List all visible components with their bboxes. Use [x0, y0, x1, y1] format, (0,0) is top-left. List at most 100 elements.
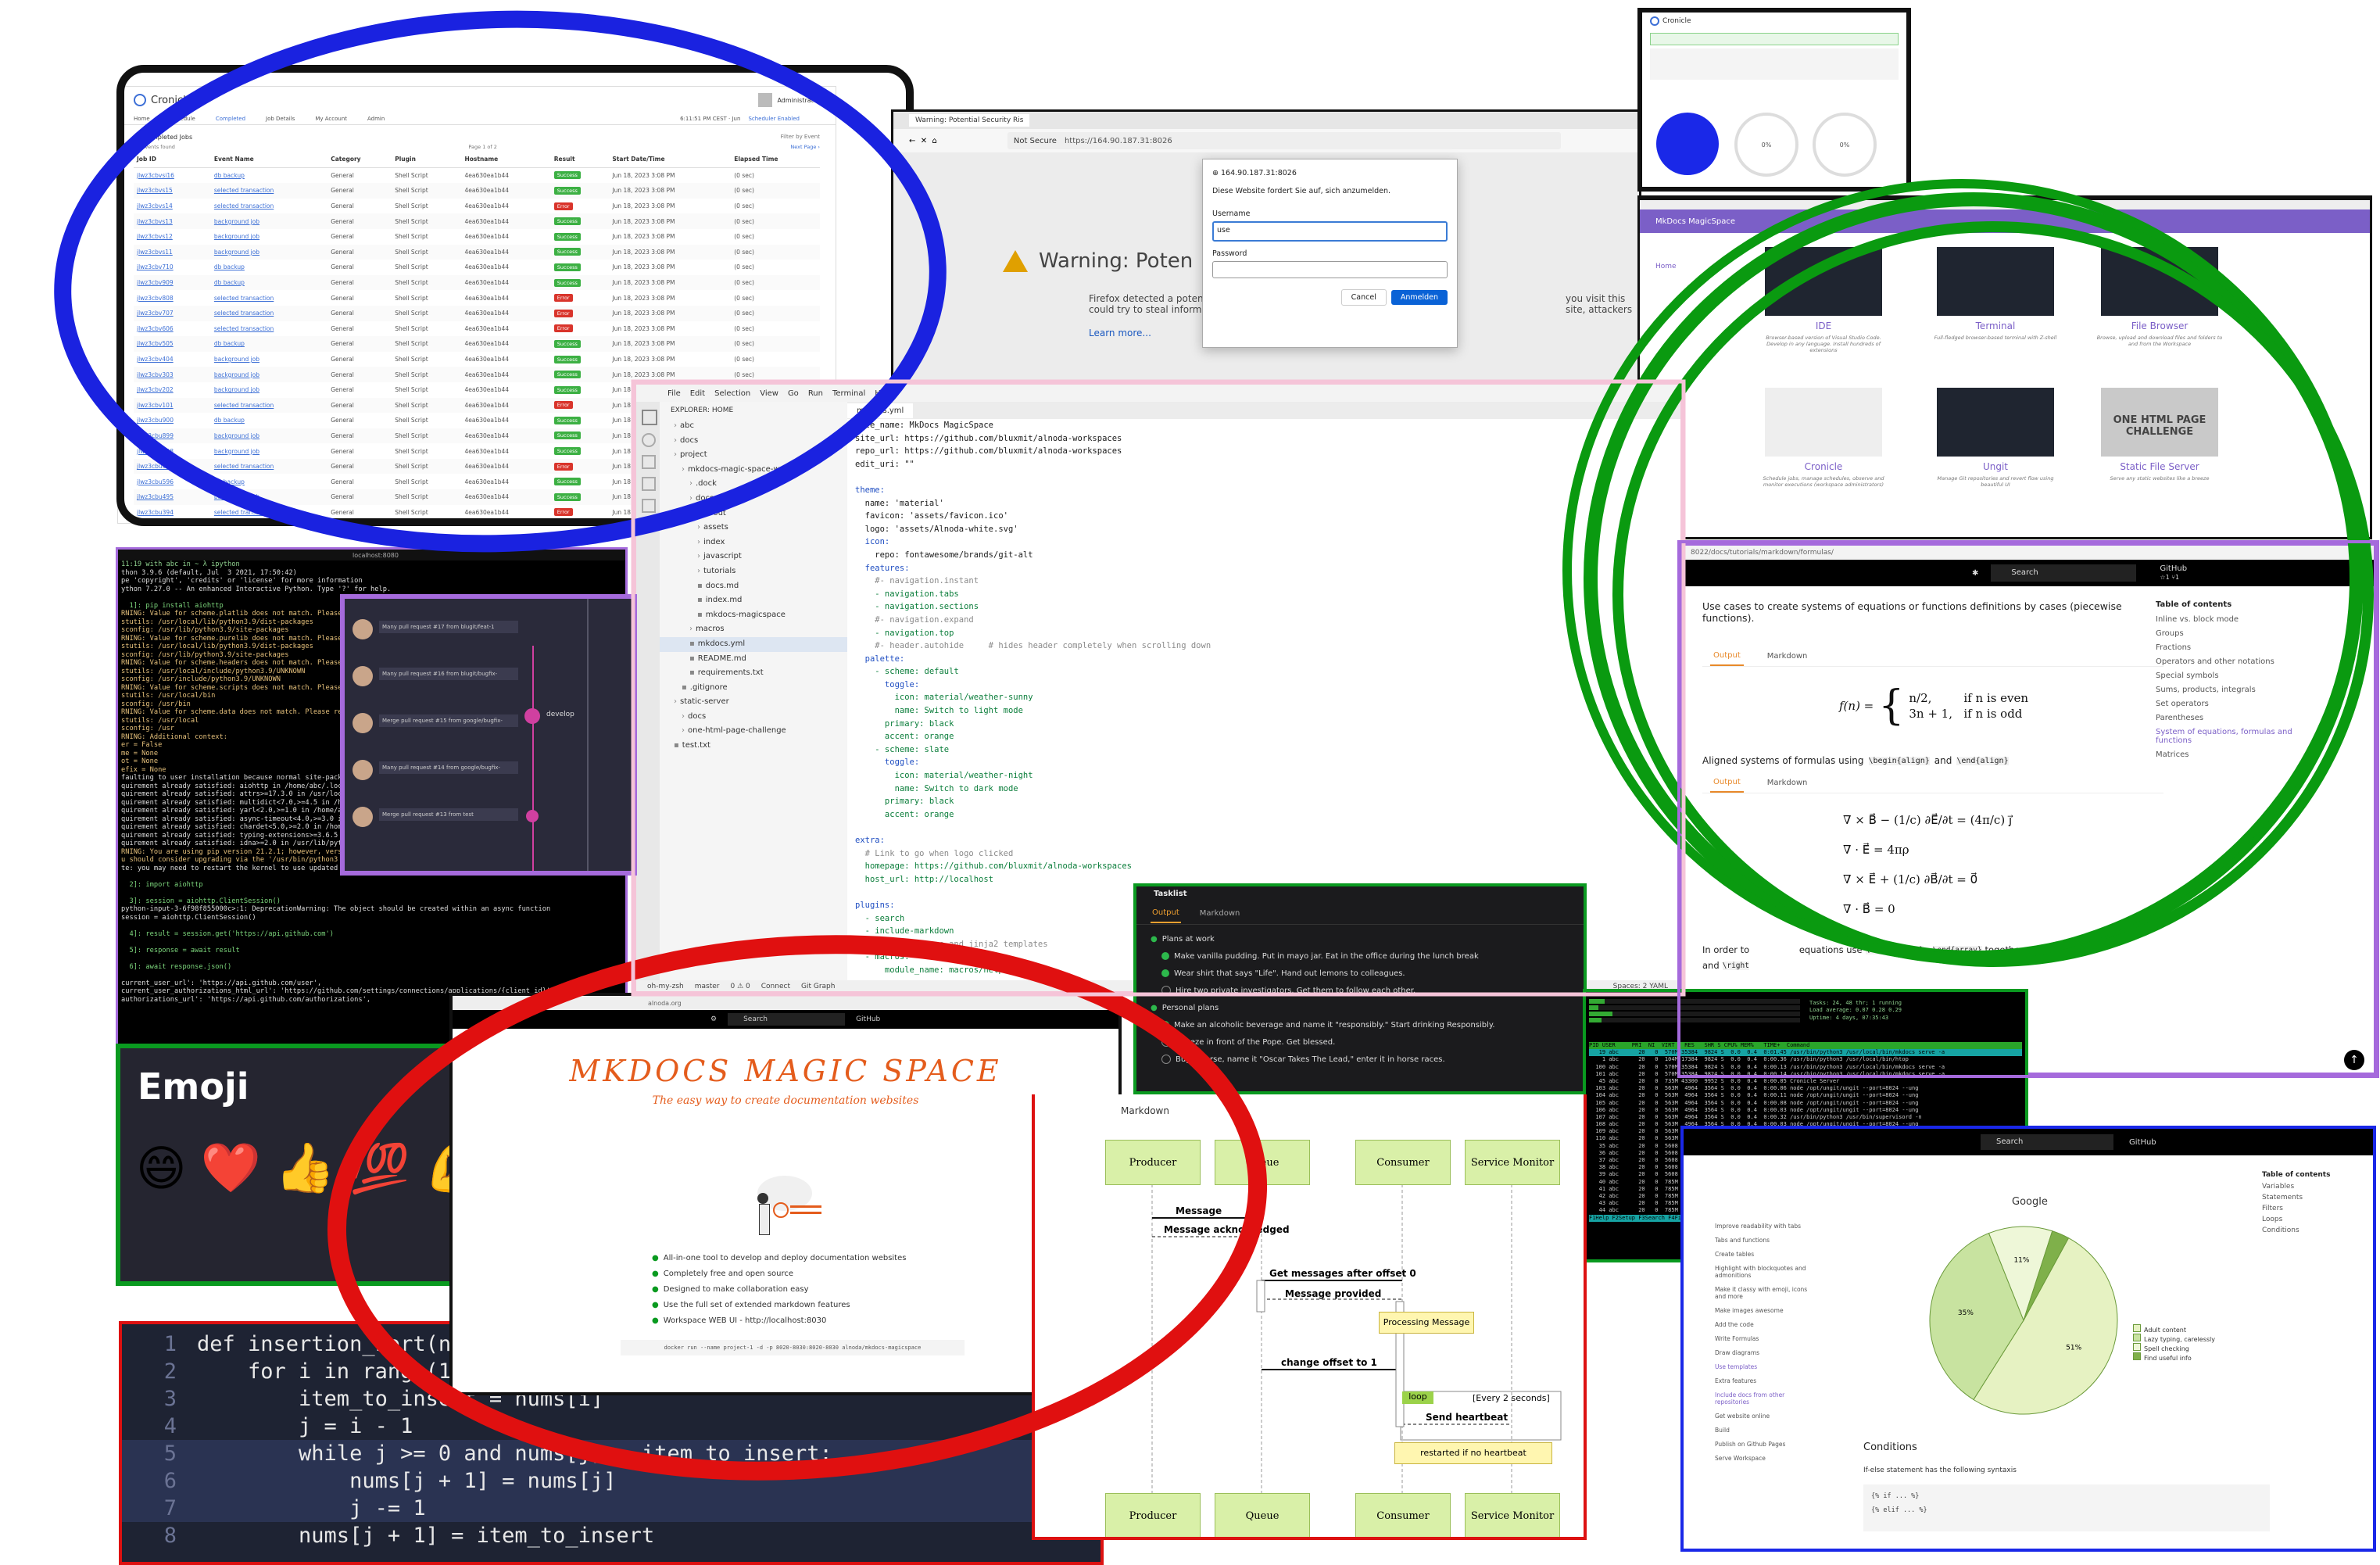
nav-item[interactable]: Make it classy with emoji, icons and mor… [1715, 1286, 1813, 1300]
menu-item[interactable]: Help [875, 389, 893, 398]
back-to-top-icon[interactable]: ↑ [2344, 1050, 2364, 1070]
task-item[interactable]: Sneeze in front of the Pope. Get blessed… [1151, 1034, 1569, 1051]
folder-item[interactable]: › tutorials [660, 564, 847, 579]
math-tab-markdown[interactable]: Markdown [1767, 652, 1808, 661]
app-thumbnail[interactable] [1937, 388, 2054, 457]
file-item[interactable]: ▪ docs.md [660, 579, 847, 594]
login-button[interactable]: Anmelden [1390, 290, 1448, 305]
process-row[interactable]: 100 abc 20 0 570M 35384 9824 S 0.0 0.4 0… [1589, 1064, 2022, 1071]
checked-box-icon[interactable] [1161, 969, 1169, 977]
home-icon[interactable]: ⌂ [932, 137, 937, 145]
app-title[interactable]: Terminal [1929, 321, 2062, 331]
menu-item[interactable]: View [760, 389, 778, 398]
folder-item[interactable]: › one-html-page-challenge [660, 724, 847, 739]
tab-output[interactable]: Output [1151, 904, 1181, 923]
debug-icon[interactable] [642, 477, 656, 491]
app-card[interactable]: Ungit Manage Git repositories and revert … [1929, 388, 2062, 488]
toc-item[interactable]: Set operators [2156, 700, 2312, 708]
toc-item[interactable]: Loops [2262, 1216, 2330, 1223]
folder-item[interactable]: › macros [660, 622, 847, 637]
commit-node[interactable] [524, 708, 540, 724]
unchecked-box-icon[interactable] [1161, 1037, 1171, 1047]
task-item[interactable]: Hire two private investigators. Get them… [1151, 983, 1569, 1000]
nav-item[interactable]: Make images awesome [1715, 1307, 1813, 1314]
app-card[interactable]: IDE Browser-based version of Visual Studi… [1757, 247, 1890, 353]
nav-item[interactable]: Build [1715, 1427, 1813, 1434]
folder-item[interactable]: › docs [660, 710, 847, 725]
file-item[interactable]: ▪ requirements.txt [660, 666, 847, 681]
cancel-button[interactable]: Cancel [1340, 289, 1387, 306]
app-thumbnail[interactable] [1765, 388, 1882, 457]
process-row[interactable]: 19 abc 20 0 570M 35384 9824 S 0.0 0.4 0:… [1589, 1049, 2022, 1057]
nav-item[interactable]: Draw diagrams [1715, 1349, 1813, 1356]
toc-item[interactable]: Statements [2262, 1194, 2330, 1202]
nav-item[interactable]: Include docs from other repositories [1715, 1391, 1813, 1406]
toc-item[interactable]: Variables [2262, 1183, 2330, 1191]
nav-item[interactable]: Publish on Github Pages [1715, 1441, 1813, 1448]
status-item[interactable]: master [695, 983, 720, 990]
app-card[interactable]: File Browser Browse, upload and download … [2093, 247, 2226, 347]
search-icon[interactable] [642, 433, 656, 447]
nav-item[interactable]: Create tables [1715, 1251, 1813, 1258]
math-search[interactable]: Search [1991, 564, 2137, 582]
tab-mkdocs-yml[interactable]: mkdocs.yml [847, 403, 914, 418]
folder-item[interactable]: › about [660, 507, 847, 521]
app-card[interactable]: Cronicle Schedule jobs, manage schedules,… [1757, 388, 1890, 488]
nav-item[interactable]: Add the code [1715, 1321, 1813, 1328]
files-icon[interactable] [642, 410, 657, 425]
file-item[interactable]: ▪ test.txt [660, 739, 847, 754]
app-thumbnail[interactable]: ONE HTML PAGE CHALLENGE [2101, 388, 2218, 457]
toc-item[interactable]: Sums, products, integrals [2156, 686, 2312, 694]
menu-item[interactable]: Go [788, 389, 799, 398]
tab-security-warning[interactable]: Warning: Potential Security Ris [909, 114, 1030, 127]
process-row[interactable]: 106 abc 20 0 563M 4964 3564 S 0.0 0.4 0:… [1589, 1107, 2022, 1114]
commit-card[interactable]: Many pull request #16 from blugit/bugfix… [353, 661, 518, 696]
process-row[interactable]: 1 abc 20 0 104M 17384 9824 S 0.0 0.4 0:0… [1589, 1056, 2022, 1063]
process-row[interactable]: 45 abc 20 0 735M 43300 9952 S 0.0 0.4 0:… [1589, 1078, 2022, 1085]
toc-item[interactable]: Parentheses [2156, 714, 2312, 722]
toc-item[interactable]: Operators and other notations [2156, 657, 2312, 666]
menu-item[interactable]: Edit [690, 389, 705, 398]
math-url[interactable]: 8022/docs/tutorials/markdown/formulas/ [1691, 549, 1834, 557]
menu-item[interactable]: Run [808, 389, 823, 398]
status-item[interactable]: Connect [761, 983, 790, 990]
mkbr-search[interactable]: Search [1981, 1134, 2113, 1150]
toc-item[interactable]: Conditions [2262, 1227, 2330, 1234]
nav-item[interactable]: Extra features [1715, 1377, 1813, 1384]
task-item[interactable]: Buy a horse, name it "Oscar Takes The Le… [1151, 1051, 1569, 1069]
toc-item[interactable]: Inline vs. block mode [2156, 615, 2312, 624]
math-gear-icon[interactable]: ✱ [1972, 569, 1978, 578]
folder-item[interactable]: › abc [660, 419, 847, 434]
process-row[interactable]: 104 abc 20 0 563M 4964 3564 S 0.0 0.4 0:… [1589, 1092, 2022, 1099]
address-bar[interactable]: Not Secure https://164.90.187.31:8026 [1007, 132, 1561, 149]
unchecked-box-icon[interactable] [1161, 986, 1171, 995]
nav-item[interactable]: Improve readability with tabs [1715, 1223, 1813, 1230]
app-title[interactable]: IDE [1757, 321, 1890, 331]
toc-item[interactable]: System of equations, formulas and functi… [2156, 728, 2312, 745]
math-tab-markdown-2[interactable]: Markdown [1767, 779, 1808, 787]
folder-item[interactable]: › project [660, 448, 847, 463]
mkbr-github[interactable]: GitHub [2129, 1138, 2156, 1147]
process-row[interactable]: 105 abc 20 0 563M 4964 3564 S 0.0 0.4 0:… [1589, 1100, 2022, 1107]
password-field[interactable] [1212, 261, 1448, 278]
file-item[interactable]: ▪ index.md [660, 593, 847, 608]
process-row[interactable]: 103 abc 20 0 563M 4964 3564 S 0.0 0.4 0:… [1589, 1085, 2022, 1092]
mkmagic-url[interactable]: alnoda.org [648, 1000, 682, 1007]
folder-item[interactable]: › static-server [660, 695, 847, 710]
github-link[interactable]: GitHub ☆1 ⑂1 [2160, 564, 2187, 582]
tab-markdown[interactable]: Markdown [1200, 909, 1240, 918]
process-row[interactable]: 107 abc 20 0 563M 4964 3564 S 0.0 0.4 0:… [1589, 1114, 2022, 1121]
task-item[interactable]: Wear shirt that says "Life". Hand out le… [1151, 965, 1569, 983]
file-item[interactable]: ▪ .gitignore [660, 681, 847, 696]
gallery-side-home[interactable]: Home [1655, 263, 1677, 270]
learn-more-link[interactable]: Learn more... [1089, 328, 1151, 338]
nav-item[interactable]: Get website online [1715, 1413, 1813, 1420]
folder-item[interactable]: › docs [660, 492, 847, 507]
mkmagic-search[interactable]: Search [728, 1013, 846, 1026]
commit-card[interactable]: Many pull request #14 from google/bugfix… [353, 755, 518, 790]
mkmagic-github[interactable]: GitHub [856, 1015, 880, 1023]
nav-item[interactable]: Serve Workspace [1715, 1455, 1813, 1462]
toc-item[interactable]: Special symbols [2156, 671, 2312, 680]
folder-item[interactable]: › mkdocs-magic-space-wo... [660, 463, 847, 478]
checked-box-icon[interactable] [1161, 952, 1169, 960]
